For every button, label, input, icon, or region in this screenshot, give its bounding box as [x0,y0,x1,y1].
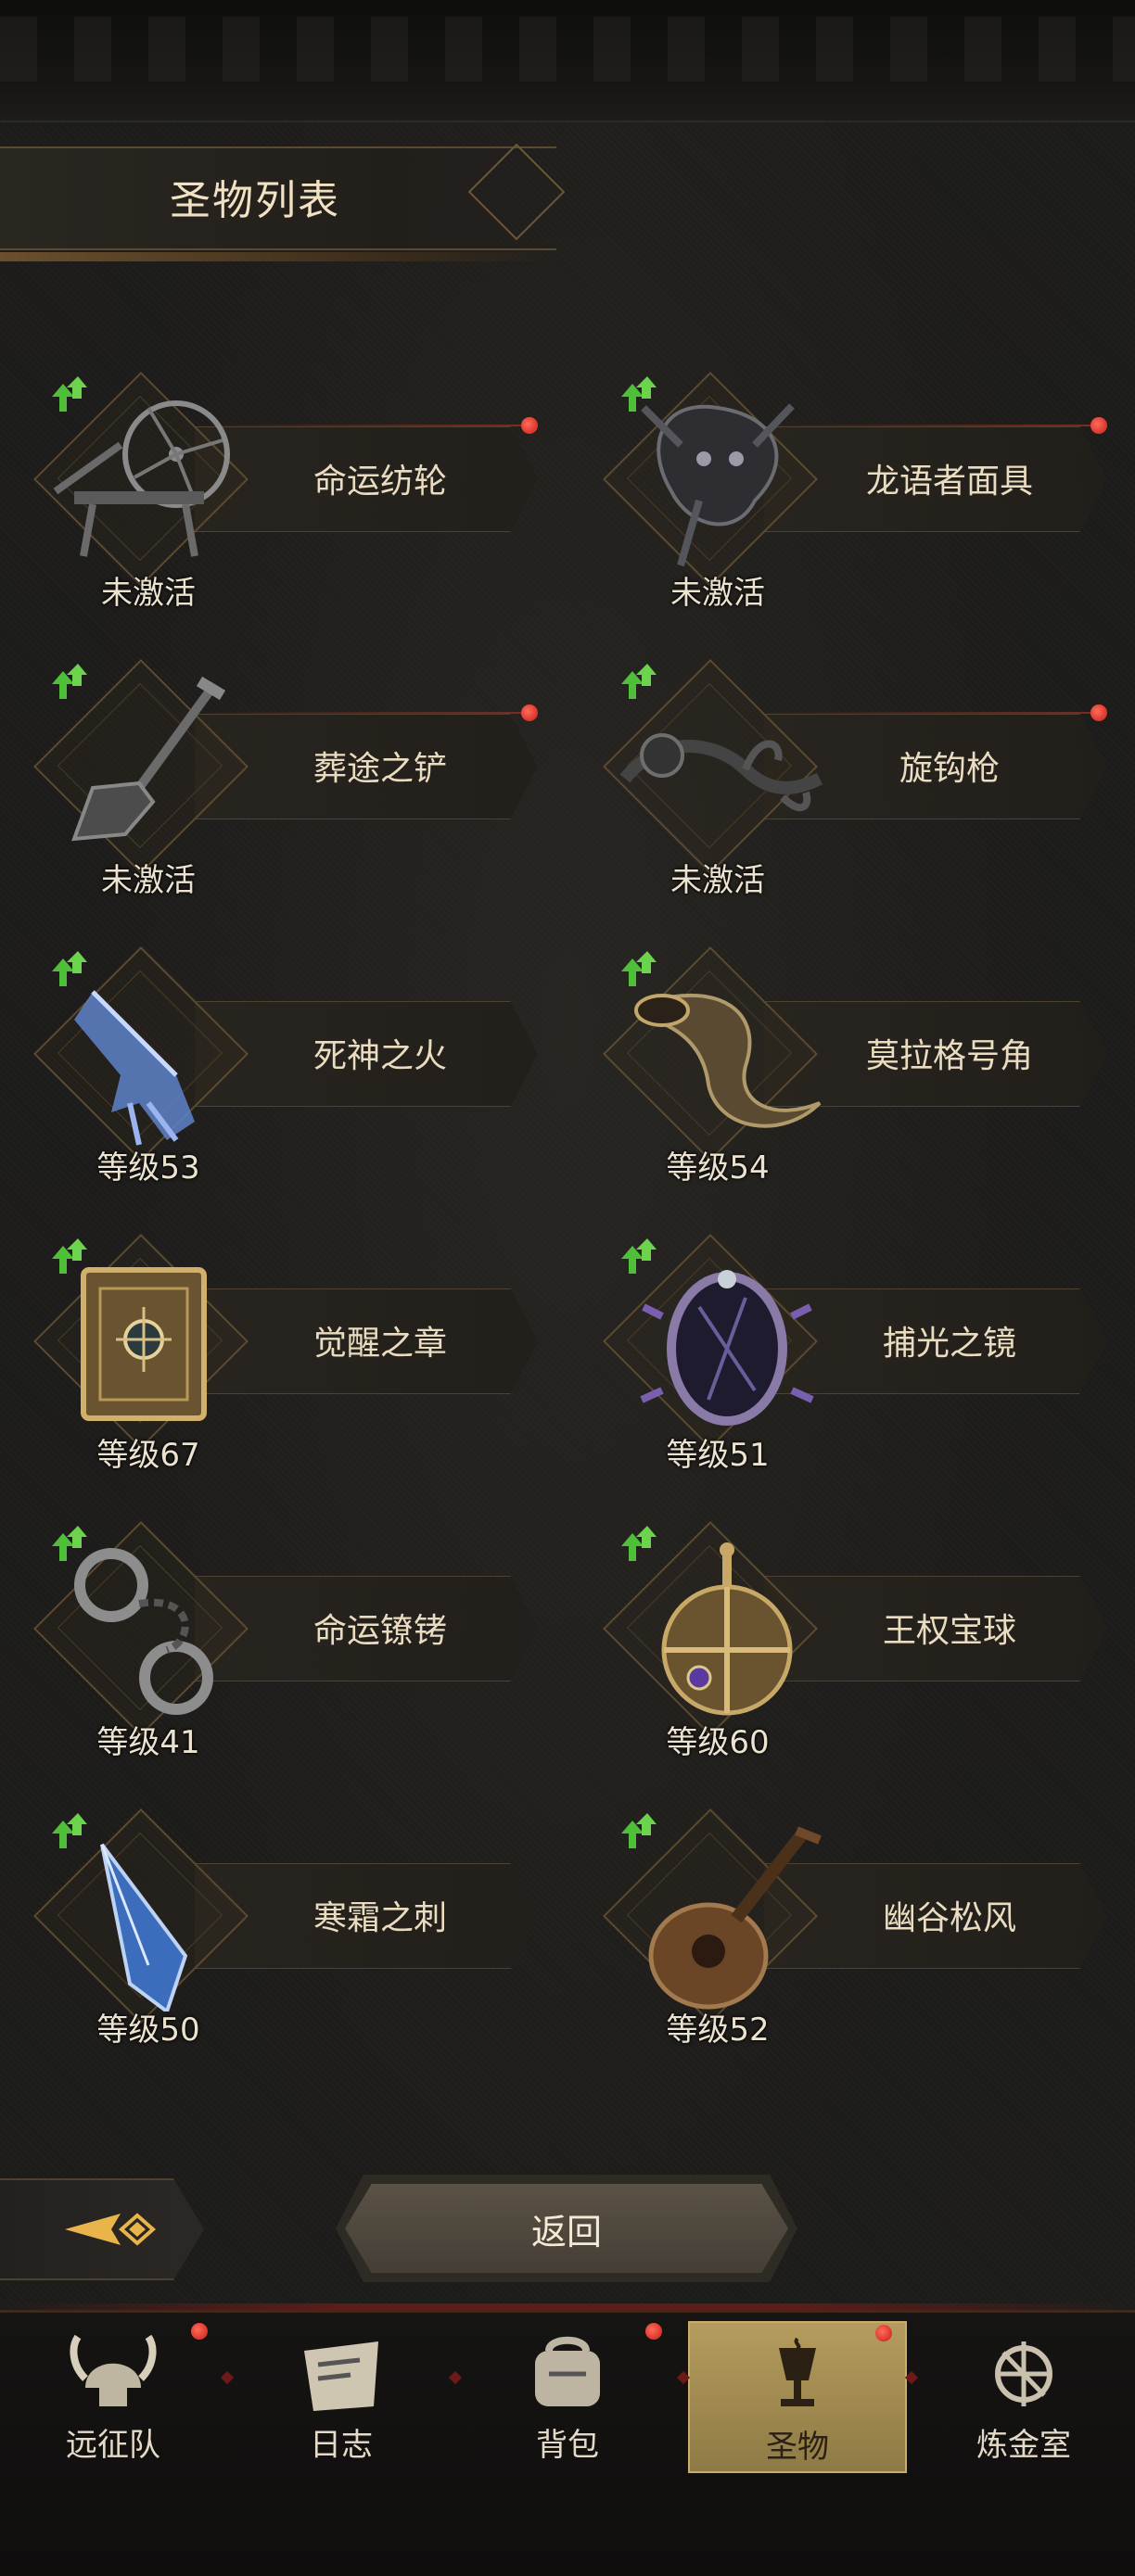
relic-card[interactable]: 命运镣铐等级41 [28,1520,547,1761]
upgrade-arrow-icon [52,1813,87,1848]
upgrade-arrow-icon [621,951,657,986]
lute-icon [648,1826,822,2010]
backpack-scroll-icon [535,2336,600,2406]
relic-card[interactable]: 莫拉格号角等级54 [597,945,1116,1186]
nav-tab-label: 远征队 [66,2427,160,2464]
relic-name: 命运镣铐 [312,1612,447,1650]
relic-name: 觉醒之章 [312,1325,447,1363]
alchemy-icon [995,2341,1052,2406]
relic-name: 龙语者面具 [865,463,1033,501]
shackles-icon [74,1548,213,1715]
nav-tab-label: 背包 [536,2427,599,2464]
notification-dot [875,2325,892,2341]
notification-dot [1090,417,1107,434]
upgrade-arrow-icon [621,1526,657,1561]
relic-name: 王权宝球 [882,1612,1016,1650]
relic-name: 命运纺轮 [312,463,447,501]
relic-status: 未激活 [670,575,765,612]
relic-status: 等级41 [96,1724,200,1761]
relic-status: 等级60 [666,1724,770,1761]
relic-name: 幽谷松风 [882,1899,1016,1937]
viking-helmet-icon [70,2334,157,2406]
notification-dot [1090,704,1107,721]
hook-spear-icon [619,733,823,812]
top-ornament-bar [0,0,1135,122]
relic-card[interactable]: 葬途之铲未激活 [28,658,547,899]
tome-icon [81,1267,207,1421]
relic-card[interactable]: 死神之火等级53 [28,945,547,1186]
relic-name: 捕光之镜 [882,1325,1016,1363]
upgrade-arrow-icon [52,1238,87,1274]
upgrade-arrow-icon [52,1526,87,1561]
nav-tab[interactable]: 远征队 [6,2321,221,2469]
relic-name: 旋钩枪 [899,750,1000,788]
relic-status: 未激活 [101,862,196,899]
war-horn-icon [634,993,822,1128]
relic-card[interactable]: 寒霜之刺等级50 [28,1808,547,2049]
nav-tab-label: 日志 [310,2427,373,2464]
nav-tab[interactable]: 背包 [460,2321,675,2469]
relic-name: 寒霜之刺 [312,1899,447,1937]
relic-status: 等级53 [96,1149,200,1186]
relic-status: 等级51 [666,1437,770,1474]
upgrade-arrow-icon [621,1813,657,1848]
relic-card[interactable]: 觉醒之章等级67 [28,1233,547,1474]
relic-status: 未激活 [101,575,196,612]
relic-card[interactable]: 捕光之镜等级51 [597,1233,1116,1474]
upgrade-arrow-icon [621,1238,657,1274]
relic-card[interactable]: 龙语者面具未激活 [597,371,1116,612]
nav-tab[interactable]: 炼金室 [916,2321,1131,2469]
notification-dot [521,704,538,721]
royal-orb-icon [661,1542,793,1716]
upgrade-arrow-icon [52,951,87,986]
scroll-map-icon [304,2341,378,2411]
upgrade-arrow-icon [52,376,87,412]
relic-status: 等级54 [666,1149,770,1186]
relic-name: 葬途之铲 [312,750,447,788]
relic-card[interactable]: 命运纺轮未激活 [28,371,547,612]
chalice-icon [779,2337,816,2406]
previous-page-button[interactable] [0,2178,204,2280]
back-button[interactable]: 返回 [345,2184,788,2273]
relic-status: 等级67 [96,1437,200,1474]
relic-card[interactable]: 旋钩枪未激活 [597,658,1116,899]
ice-shard-icon [100,1843,188,2011]
relic-status: 未激活 [670,862,765,899]
relic-status: 等级52 [666,2011,770,2049]
shovel-icon [71,677,226,842]
arrow-left-icon [65,2213,157,2246]
relic-name: 死神之火 [312,1037,447,1075]
nav-tab-label: 炼金室 [976,2427,1071,2464]
relic-status: 等级50 [96,2011,200,2049]
nav-tab[interactable]: 日志 [234,2321,449,2469]
nav-tab[interactable]: 圣物 [688,2321,907,2473]
page-title: 圣物列表 [170,177,340,224]
dragon-mask-icon [641,403,795,567]
relic-name: 莫拉格号角 [865,1037,1033,1075]
nav-tab-label: 圣物 [766,2429,829,2466]
upgrade-arrow-icon [52,664,87,699]
notification-dot [191,2323,208,2340]
relic-card[interactable]: 幽谷松风等级52 [597,1808,1116,2049]
upgrade-arrow-icon [621,376,657,412]
notification-dot [645,2323,662,2340]
spectral-hand-icon [74,990,195,1146]
mirror-icon [640,1270,814,1426]
notification-dot [521,417,538,434]
upgrade-arrow-icon [621,664,657,699]
relic-card[interactable]: 王权宝球等级60 [597,1520,1116,1761]
spinning-wheel-icon [53,400,230,557]
